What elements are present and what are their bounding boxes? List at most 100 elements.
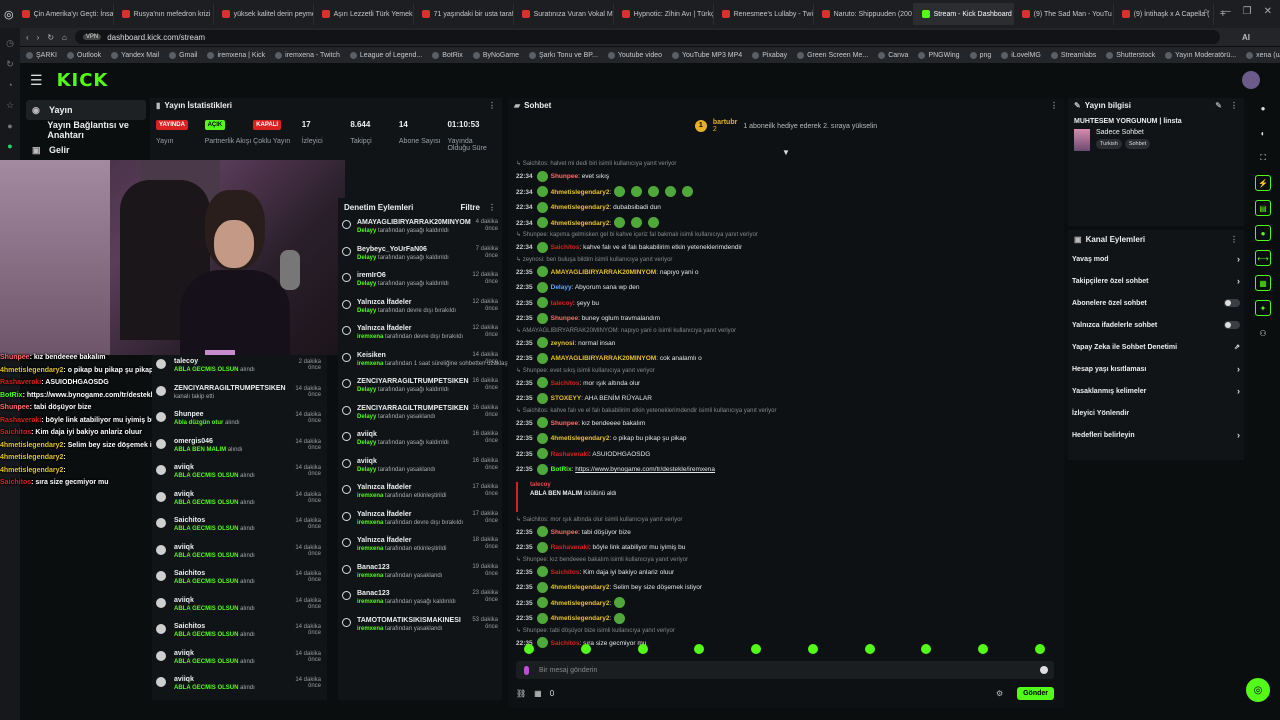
chevron-right-icon[interactable]: › [1237,430,1240,440]
browser-tab[interactable]: Hypnotic: Zihin Avı | Türkç [614,3,714,25]
chat-message[interactable]: 22:35 4hmetislegendary2: [516,596,1056,612]
chat-message[interactable]: 22:35 Saichitos: mor ışık altında olur [516,376,1056,392]
avatar[interactable] [1242,71,1260,89]
bookmark-item[interactable]: iremxena - Twitch [275,51,340,59]
bookmark-item[interactable]: iremxena | Kick [207,51,265,59]
bookmark-item[interactable]: League of Legend... [349,51,422,59]
emote-icon[interactable] [1034,644,1045,654]
chat-username[interactable]: 4hmetislegendary2 [551,584,610,591]
bookmark-item[interactable]: BotRix [432,51,463,59]
moderation-row[interactable]: Beybeyc_YoUrFaN06 Delayy tarafından yasağ… [338,243,502,270]
moderation-row[interactable]: Banac123 iremxena tarafından yasağı kaldı… [338,587,502,614]
channel-action-item[interactable]: Hesap yaşı kısıtlaması › [1068,358,1244,380]
bookmark-item[interactable]: YouTube MP3 MP4 [672,51,742,59]
back-icon[interactable]: ‹ [26,33,29,42]
chat-username[interactable]: BotRix [551,466,572,473]
moderation-row[interactable]: Yalnızca İfadeler iremxena tarafından dev… [338,322,502,349]
vpn-badge[interactable]: VPN [82,34,102,40]
moderation-row[interactable]: aviiqk Delayy tarafından yasağı kaldırıld… [338,428,502,455]
more-icon[interactable]: ⋮ [1050,101,1058,110]
chevron-right-icon[interactable]: › [1237,364,1240,374]
chat-message[interactable]: 22:35 STOXEYY: AHA BENİM RÜYALAR [516,391,1056,407]
chat-message[interactable]: 22:35 Delayy: Abyorum sana wp den [516,280,1056,296]
refresh-icon[interactable]: ↻ [6,59,14,70]
moderation-row[interactable]: AMAYAGLIBIRYARRAK20MINYOM Delayy tarafınd… [338,216,502,243]
bookmark-item[interactable]: Streamlabs [1050,51,1096,59]
external-link-icon[interactable]: ⇗ [1234,343,1240,351]
chat-link[interactable]: https://www.bynogame.com/tr/destekle/ire… [575,466,715,473]
bookmark-item[interactable]: xena (u/iremxena)... [1246,51,1280,59]
emote-icon[interactable] [807,644,818,654]
chat-username[interactable]: Delayy [551,284,572,291]
chat-username[interactable]: AMAYAGLIBIRYARRAK20MINYOM [551,355,657,362]
pin-chevron-icon[interactable]: ▼ [782,148,790,157]
chat-input[interactable]: Bir mesaj gönderin [516,661,1054,679]
chat-username[interactable]: Rashaveraki [551,544,589,551]
chat-message[interactable]: 22:35 Shunpee: kız bendeeee bakalım [516,416,1056,432]
menu-icon[interactable]: ☰ [30,72,43,89]
edit-icon[interactable]: ✎ [1215,101,1222,110]
chat-message[interactable]: 22:35 Shunpee: buney oglum travmalandım [516,311,1056,327]
chat-message[interactable]: 22:35 Rashaveraki: ASUIODHGAOSDG [516,447,1056,463]
browser-tab[interactable]: Çin Amerika'yı Geçti: İnsa [14,3,114,25]
chat-message[interactable]: 22:35 AMAYAGLIBIRYARRAK20MINYOM: cok anal… [516,351,1056,367]
star-icon[interactable]: ☆ [6,100,14,111]
chat-username[interactable]: 4hmetislegendary2 [551,204,610,211]
info-icon[interactable]: ● [1255,100,1271,116]
channel-action-item[interactable]: Hedefleri belirleyin › [1068,424,1244,446]
bookmark-item[interactable]: png [969,51,991,59]
maximize-icon[interactable]: ❐ [1243,6,1252,17]
shield-icon[interactable]: ▦ [1255,275,1271,291]
bookmark-item[interactable]: ByNoGame [472,51,519,59]
emote-icon[interactable] [694,644,705,654]
bookmark-item[interactable]: ŞARKI [26,51,57,59]
chat-username[interactable]: talecoy [551,300,573,307]
moderation-row[interactable]: Yalnızca İfadeler iremxena tarafından etk… [338,534,502,561]
more-icon[interactable]: ⋮ [488,203,496,212]
bookmark-item[interactable]: Canva [878,51,908,59]
more-icon[interactable]: ⋮ [1230,235,1238,244]
gift-leaderboard[interactable]: 1 bartubr 2 1 aboneilk hediye ederek 2. … [508,114,1064,138]
link-icon[interactable]: ⛓ [516,689,526,698]
browser-tab[interactable]: 71 yaşındaki bir usta taraf [414,3,514,25]
home-icon[interactable]: ⌂ [62,33,67,42]
bookmark-item[interactable]: iLovelMG [1001,51,1041,59]
ai-button[interactable]: AI [1242,33,1250,42]
bookmark-item[interactable]: Shutterstock [1106,51,1155,59]
bookmark-item[interactable]: Gmail [169,51,197,59]
chat-message[interactable]: 22:35 4hmetislegendary2: [516,611,1056,627]
browser-menu-icon[interactable]: ◎ [4,8,14,21]
channel-action-item[interactable]: Abonelere özel sohbet [1068,292,1244,314]
forward-icon[interactable]: › [37,33,40,42]
channel-action-item[interactable]: Yavaş mod › [1068,248,1244,270]
reload-icon[interactable]: ↻ [47,33,54,42]
more-icon[interactable]: ⋮ [488,101,496,110]
chat-username[interactable]: 4hmetislegendary2 [551,600,610,607]
chat-username[interactable]: STOXEYY [551,395,582,402]
moderation-row[interactable]: Yalnızca İfadeler iremxena tarafından etk… [338,481,502,508]
moderation-row[interactable]: iremIrO6 Delayy tarafından yasağı kaldırı… [338,269,502,296]
microphone-icon[interactable] [524,665,529,675]
browser-tab[interactable]: Stream - Kick Dashboard [913,3,1014,25]
emote-icon[interactable] [864,644,875,654]
users-icon[interactable]: ⚇ [1255,325,1271,341]
chat-username[interactable]: 4hmetislegendary2 [551,189,610,196]
channel-action-item[interactable]: İzleyici Yönlendir [1068,402,1244,424]
chat-message[interactable]: 22:35 Shunpee: tabi döşüyor bize [516,525,1056,541]
chat-message[interactable]: 22:34 Saichitos: kahve falı ve el falı ba… [516,240,1056,256]
wrench-icon[interactable]: ✦ [1255,300,1271,316]
sidebar-item[interactable]: Yayın Bağlantısı ve Anahtarı [26,120,146,140]
messenger-icon[interactable]: ● [7,121,12,131]
chat-username[interactable]: Saichitos [551,569,580,576]
chat-message[interactable]: 22:35 zeynosi: normal insan [516,336,1056,352]
chat-username[interactable]: 4hmetislegendary2 [551,435,610,442]
chat-message[interactable]: 22:34 4hmetislegendary2: dubabsibadi dun [516,200,1056,216]
gift-icon[interactable]: ⟷ [1255,250,1271,266]
chevron-right-icon[interactable]: › [1237,254,1240,264]
emote-icon[interactable] [580,644,591,654]
moderation-row[interactable]: Keisiken iremxena tarafından 1 saat sürel… [338,349,521,376]
browser-tab[interactable]: Naruto: Shippuuden (200 [814,3,914,25]
emoji-icon[interactable] [1040,666,1048,674]
chevron-right-icon[interactable]: › [1237,386,1240,396]
bookmark-item[interactable]: Şarkı Tonu ve BP... [529,51,598,59]
